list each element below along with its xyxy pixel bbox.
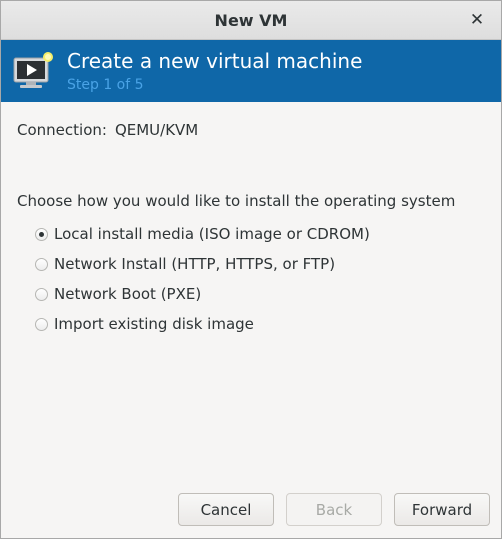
close-icon[interactable]: ✕ <box>467 10 487 30</box>
radio-local-install-media[interactable]: Local install media (ISO image or CDROM) <box>35 223 370 245</box>
back-button[interactable]: Back <box>286 493 382 526</box>
radio-network-install[interactable]: Network Install (HTTP, HTTPS, or FTP) <box>35 253 335 275</box>
wizard-content: Connection: QEMU/KVM Choose how you would… <box>1 102 501 538</box>
radio-button[interactable] <box>35 227 48 241</box>
new-vm-window: New VM ✕ Create a new virtual machine St… <box>0 0 502 539</box>
radio-label[interactable]: Network Boot (PXE) <box>54 285 201 303</box>
radio-import-disk-image[interactable]: Import existing disk image <box>35 313 254 335</box>
radio-button[interactable] <box>35 287 48 301</box>
radio-label[interactable]: Local install media (ISO image or CDROM) <box>54 225 370 243</box>
title-bar[interactable]: New VM ✕ <box>1 1 501 40</box>
radio-button[interactable] <box>35 317 48 331</box>
connection-label: Connection: <box>17 121 107 139</box>
vm-monitor-icon <box>13 52 53 88</box>
window-title: New VM <box>214 11 288 30</box>
radio-button[interactable] <box>35 257 48 271</box>
connection-value: QEMU/KVM <box>114 121 199 139</box>
radio-label[interactable]: Import existing disk image <box>54 315 254 333</box>
connection-row: Connection: QEMU/KVM <box>17 121 198 139</box>
forward-button[interactable]: Forward <box>394 493 490 526</box>
step-indicator: Step 1 of 5 <box>67 77 144 93</box>
radio-network-boot[interactable]: Network Boot (PXE) <box>35 283 201 305</box>
install-method-prompt: Choose how you would like to install the… <box>17 192 456 210</box>
banner-title: Create a new virtual machine <box>67 49 363 73</box>
cancel-button[interactable]: Cancel <box>178 493 274 526</box>
wizard-banner: Create a new virtual machine Step 1 of 5 <box>1 40 501 102</box>
radio-label[interactable]: Network Install (HTTP, HTTPS, or FTP) <box>54 255 335 273</box>
